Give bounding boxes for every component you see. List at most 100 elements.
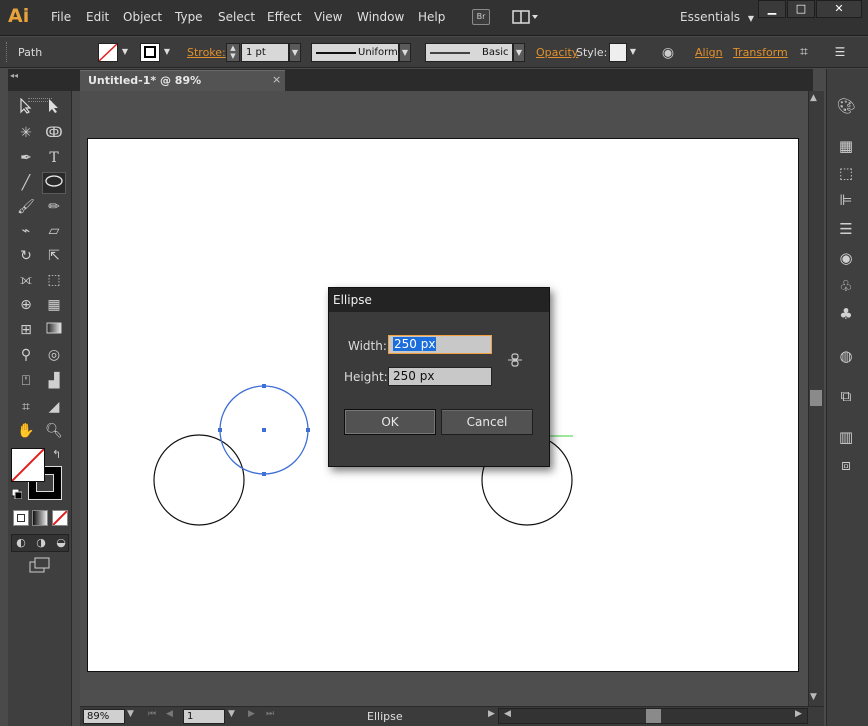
gradient-tool-icon[interactable] [42,319,66,341]
maximize-button[interactable]: □ [787,0,815,18]
isolate-group-icon[interactable]: ⌗ [794,42,814,62]
bridge-button[interactable]: Br [472,9,490,25]
stroke-swatch[interactable] [140,43,160,62]
last-artboard-icon[interactable]: ⏭ [266,709,274,719]
align-panel-icon[interactable]: ⊫ [834,189,858,211]
stroke-weight-dropdown[interactable]: ▼ [289,43,301,62]
none-mode-button[interactable] [52,510,68,526]
menu-edit[interactable]: Edit [86,10,109,24]
artboard-dropdown-icon[interactable]: ▼ [228,709,235,719]
type-tool-icon[interactable]: T [42,147,66,169]
workspace-switcher[interactable]: Essentials ▼ [680,10,754,24]
opacity-link[interactable]: Opacity [536,46,578,59]
menu-help[interactable]: Help [418,10,445,24]
control-panel-menu-icon[interactable]: ☰ [830,42,850,62]
perspective-grid-tool-icon[interactable]: ▦ [42,294,66,316]
profile-dropdown[interactable]: ▼ [399,43,411,62]
horizontal-scroll-thumb[interactable] [646,709,661,723]
ok-button[interactable]: OK [344,409,436,435]
constrain-proportions-icon[interactable] [506,351,524,369]
scroll-left-icon[interactable]: ◀ [504,709,511,719]
menu-view[interactable]: View [314,10,342,24]
vertical-scroll-thumb[interactable] [810,390,822,406]
blend-tool-icon[interactable]: ◎ [42,344,66,366]
current-tool-status[interactable]: Ellipse [367,710,403,723]
stroke-weight-field[interactable]: 1 pt [241,43,289,62]
eraser-tool-icon[interactable]: ▱ [42,220,66,242]
artboard-number-field[interactable]: 1 [183,709,225,724]
anchor-point-left[interactable] [218,428,222,432]
slice-tool-icon[interactable]: ◢ [42,396,66,418]
column-graph-tool-icon[interactable]: ▟ [42,370,66,392]
default-colors-icon[interactable] [11,488,23,500]
previous-artboard-icon[interactable]: ◀ [166,709,173,719]
minimize-button[interactable]: ▁ [758,0,786,18]
cancel-button[interactable]: Cancel [441,409,533,435]
screen-mode-icon[interactable] [27,557,53,579]
scroll-up-icon[interactable]: ▲ [810,93,817,103]
height-field[interactable]: 250 px [388,367,492,386]
stroke-dropdown[interactable]: ▼ [161,43,173,62]
zoom-dropdown-icon[interactable]: ▼ [127,709,134,719]
anchor-point-bottom[interactable] [262,472,266,476]
scroll-right-icon[interactable]: ▶ [795,709,802,719]
transform-panel-icon[interactable]: ⧉ [834,385,858,407]
scroll-down-icon[interactable]: ▼ [810,692,817,702]
selection-tool-icon[interactable] [14,97,38,120]
scale-tool-icon[interactable]: ⇱ [42,245,66,267]
zoom-field[interactable]: 89% [83,709,125,724]
circle-left[interactable] [153,434,245,526]
stroke-weight-stepper[interactable]: ▲ ▼ [226,43,240,62]
menu-object[interactable]: Object [123,10,162,24]
appearance-panel-icon[interactable]: ◉ [834,247,858,269]
artboard-tool-icon[interactable]: ⌗ [14,396,38,418]
stroke-panel-link[interactable]: Stroke: [187,46,226,59]
stroke-panel-icon[interactable]: ☰ [834,218,858,240]
shape-builder-tool-icon[interactable]: ⊕ [14,294,38,316]
first-artboard-icon[interactable]: ⏮ [148,709,156,719]
gradient-mode-button[interactable] [32,510,48,526]
paintbrush-tool-icon[interactable]: 🖌 [14,196,38,218]
line-segment-tool-icon[interactable]: ╱ [14,172,38,194]
lasso-tool-icon[interactable]: ↂ [42,122,66,144]
color-panel-icon[interactable]: 🎨︎ [834,95,858,117]
align-panel-link[interactable]: Align [695,46,723,59]
draw-behind-icon[interactable]: ◑ [32,535,50,551]
menu-window[interactable]: Window [357,10,404,24]
direct-selection-tool-icon[interactable] [42,98,66,120]
swap-colors-icon[interactable]: ↰ [52,448,61,461]
variable-width-profile[interactable]: Uniform [311,43,399,62]
hand-tool-icon[interactable]: ✋ [14,420,38,442]
brush-dropdown[interactable]: ▼ [513,43,525,62]
arrange-documents-button[interactable] [512,9,540,25]
transform-panel-link[interactable]: Transform [733,46,788,59]
gradient-panel-icon[interactable]: ▥ [834,426,858,448]
close-window-button[interactable]: ✕ [816,0,862,18]
color-mode-button[interactable] [13,510,29,526]
anchor-point-right[interactable] [306,428,310,432]
control-bar-grip[interactable] [6,42,10,62]
menu-effect[interactable]: Effect [267,10,302,24]
graphic-style-swatch[interactable] [609,43,627,62]
status-menu-icon[interactable]: ▶ [488,709,495,719]
zoom-tool-icon[interactable]: 🔍︎ [42,420,66,442]
collapse-tools-icon[interactable]: ◂◂ [10,71,18,80]
swatches-panel-icon[interactable]: ▦ [834,135,858,157]
draw-normal-icon[interactable]: ◐ [12,535,30,551]
graphic-style-dropdown[interactable]: ▼ [627,43,639,62]
transparency-panel-icon[interactable]: ◍ [834,345,858,367]
ellipse-tool-icon[interactable] [42,172,66,194]
brushes-panel-icon[interactable]: ♣ [834,303,858,325]
blob-brush-tool-icon[interactable]: ⌁ [14,220,38,242]
symbols-panel-icon[interactable]: ♧ [834,275,858,297]
width-field[interactable]: 250 px [388,335,492,354]
pen-tool-icon[interactable]: ✒ [14,147,38,169]
width-tool-icon[interactable]: ⟗ [14,269,38,291]
magic-wand-tool-icon[interactable]: ✳ [14,122,38,144]
menu-file[interactable]: File [51,10,71,24]
fill-dropdown[interactable]: ▼ [119,43,131,62]
layers-panel-icon[interactable]: ⧈ [834,454,858,476]
fill-swatch[interactable] [98,43,118,62]
brush-definition[interactable]: Basic [425,43,513,62]
artboards-panel-icon[interactable]: ⬚ [834,162,858,184]
